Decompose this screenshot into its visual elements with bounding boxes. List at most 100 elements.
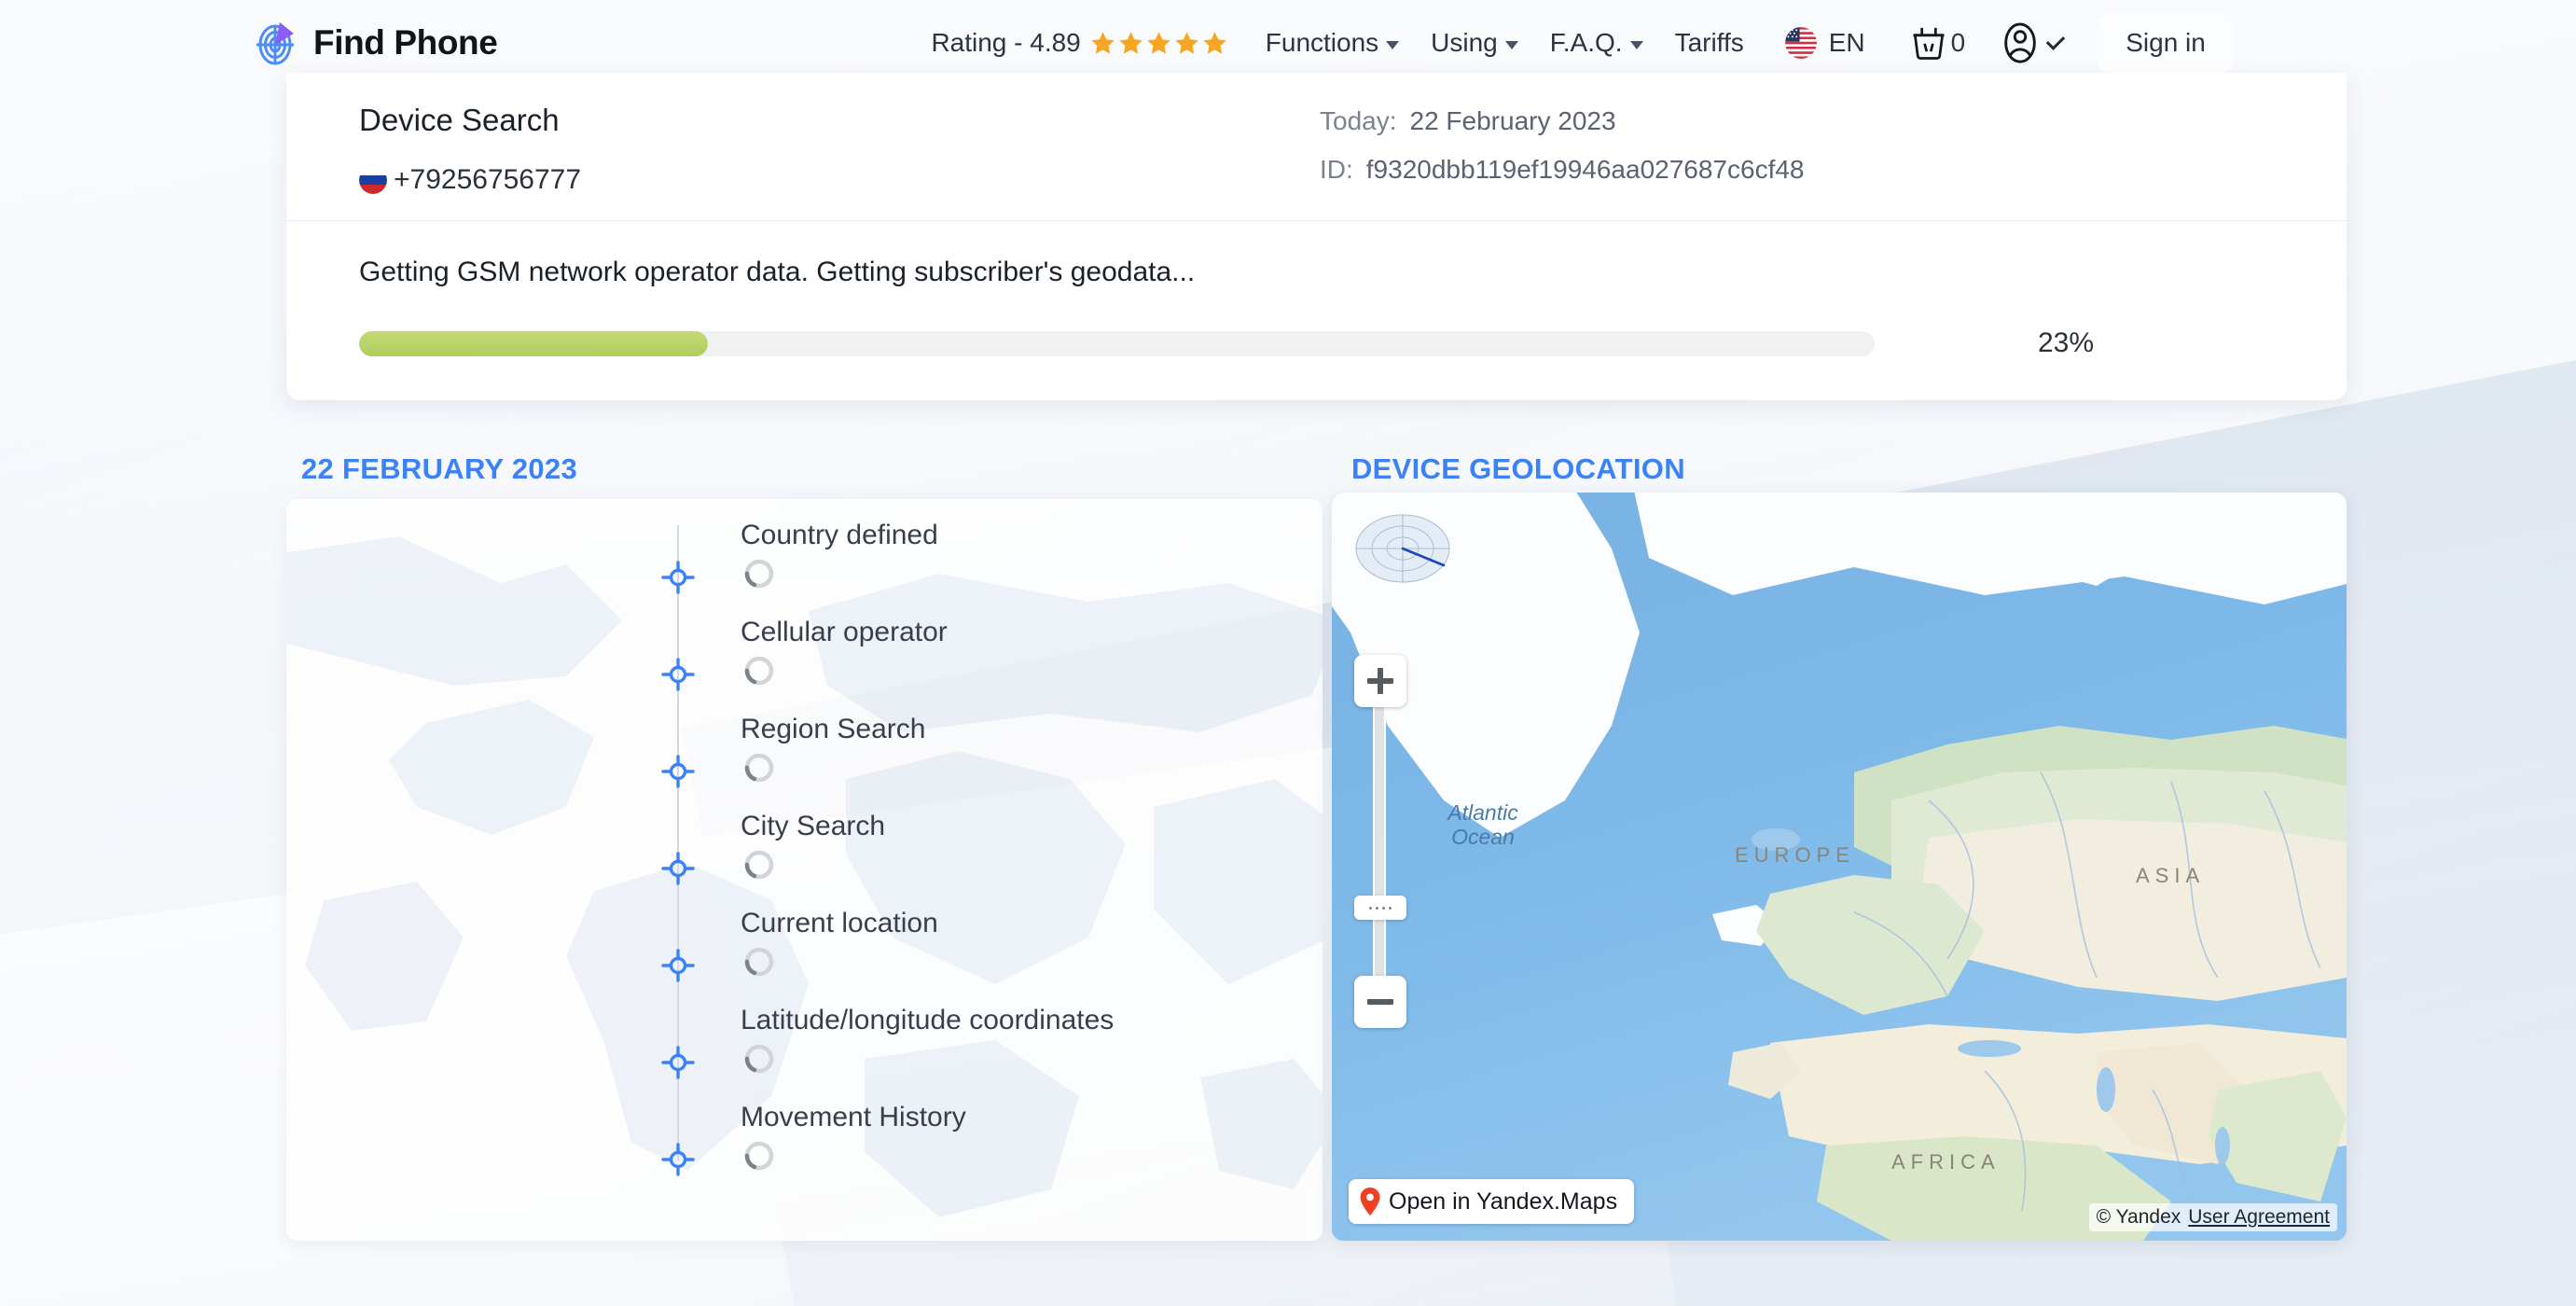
searched-phone-number: +79256756777: [394, 164, 582, 195]
nav-label: Tariffs: [1674, 28, 1744, 57]
timeline-item-label: Movement History: [741, 1102, 966, 1132]
timeline-item: Country defined: [286, 520, 1323, 617]
crosshair-icon: [661, 1143, 695, 1176]
timeline-list: Country defined Cellular operator Region…: [286, 499, 1323, 1241]
chevron-down-icon: [1504, 41, 1518, 49]
crosshair-icon: [661, 658, 695, 691]
minus-icon: [1367, 999, 1393, 1005]
nav-label: Using: [1431, 28, 1498, 57]
map-panel[interactable]: Atlantic Ocean EUROPE ASIA AFRICA Open i…: [1332, 493, 2347, 1241]
chevron-down-icon: [2045, 30, 2066, 50]
timeline-item-label: Country defined: [741, 520, 938, 550]
crosshair-icon: [661, 949, 695, 982]
progress-bar: [359, 330, 1875, 356]
timeline-item: Region Search: [286, 714, 1323, 811]
basket-button[interactable]: 0: [1908, 22, 1966, 63]
open-in-yandex-maps-button[interactable]: Open in Yandex.Maps: [1349, 1179, 1635, 1224]
us-flag-icon: [1784, 27, 1817, 59]
grip-dot-icon: [1389, 906, 1392, 910]
account-menu[interactable]: [1999, 21, 2066, 64]
device-search-progress-area: Getting GSM network operator data. Getti…: [286, 221, 2347, 400]
loading-spinner-icon: [744, 947, 774, 977]
timeline-item-label: Region Search: [741, 714, 926, 744]
today-value: 22 February 2023: [1409, 106, 1616, 135]
sign-in-button[interactable]: Sign in: [2098, 13, 2234, 73]
star-icon: [1119, 31, 1143, 54]
map-pin-icon: [1360, 1188, 1380, 1216]
loading-spinner-icon: [744, 850, 774, 880]
map-zoom-control[interactable]: [1354, 655, 1406, 1028]
status-text: Getting GSM network operator data. Getti…: [359, 257, 1196, 287]
loading-spinner-icon: [744, 559, 774, 589]
language-code: EN: [1828, 28, 1865, 57]
star-icon: [1175, 31, 1198, 54]
rating-block: Rating - 4.89: [931, 28, 1227, 58]
radar-target-icon: [256, 22, 294, 65]
loading-spinner-icon: [744, 753, 774, 783]
crosshair-icon: [661, 852, 695, 885]
timeline-item: Movement History: [286, 1102, 1323, 1199]
nav-item-tariffs[interactable]: Tariffs: [1675, 28, 1744, 58]
user-agreement-link[interactable]: User Agreement: [2188, 1206, 2330, 1229]
device-search-card: Device Search +79256756777 Today: 22 Feb…: [286, 73, 2347, 400]
map-zoom-slider-track[interactable]: [1373, 683, 1386, 1019]
chevron-down-icon: [1629, 41, 1643, 49]
chevron-down-icon: [1386, 41, 1400, 49]
map-section-heading: DEVICE GEOLOCATION: [1351, 452, 1685, 485]
main-nav: Functions Using F.A.Q. Tariffs: [1266, 28, 1744, 58]
open-in-yandex-maps-label: Open in Yandex.Maps: [1389, 1188, 1618, 1215]
user-avatar-icon: [2004, 22, 2036, 63]
progress-percent-label: 23%: [2038, 327, 2095, 358]
request-id-label: ID:: [1320, 155, 1353, 184]
timeline-section-heading: 22 FEBRUARY 2023: [301, 452, 577, 485]
timeline-item-label: Latitude/longitude coordinates: [741, 1005, 1115, 1035]
today-label: Today:: [1320, 106, 1397, 135]
basket-icon: [1913, 27, 1945, 60]
crosshair-icon: [661, 1046, 695, 1079]
star-icon: [1091, 31, 1115, 54]
crosshair-icon: [661, 561, 695, 594]
map-attribution: © Yandex User Agreement: [2088, 1203, 2337, 1231]
grip-dot-icon: [1382, 906, 1385, 910]
loading-spinner-icon: [744, 656, 774, 686]
ru-flag-icon: [359, 166, 387, 194]
timeline-item: City Search: [286, 811, 1323, 908]
device-search-meta: Today: 22 February 2023 ID: f9320dbb119e…: [1320, 99, 1805, 185]
basket-count: 0: [1950, 28, 1966, 57]
timeline-panel: Country defined Cellular operator Region…: [286, 499, 1323, 1241]
site-header: Find Phone Rating - 4.89 Functions Using…: [0, 0, 2576, 86]
grip-dot-icon: [1369, 906, 1372, 910]
today-row: Today: 22 February 2023: [1320, 106, 1805, 136]
request-id-value: f9320dbb119ef19946aa027687c6cf48: [1365, 155, 1805, 184]
timeline-item: Latitude/longitude coordinates: [286, 1005, 1323, 1102]
grip-dot-icon: [1376, 906, 1378, 910]
page-title: Device Search: [359, 103, 560, 137]
rating-label: Rating - 4.89: [931, 28, 1081, 57]
loading-spinner-icon: [744, 1044, 774, 1074]
zoom-in-button[interactable]: [1354, 655, 1406, 707]
device-search-header: Device Search +79256756777 Today: 22 Feb…: [286, 73, 2347, 221]
request-id-row: ID: f9320dbb119ef19946aa027687c6cf48: [1320, 155, 1805, 185]
map-zoom-slider-handle[interactable]: [1354, 896, 1406, 920]
nav-item-faq[interactable]: F.A.Q.: [1550, 28, 1643, 58]
plus-icon: [1378, 668, 1383, 694]
progress-row: 23%: [359, 327, 2274, 359]
timeline-item-label: Current location: [741, 908, 938, 938]
map-canvas: [1332, 493, 2347, 1241]
timeline-item: Cellular operator: [286, 617, 1323, 714]
timeline-item: Current location: [286, 908, 1323, 1005]
device-search-identity: Device Search +79256756777: [359, 99, 1320, 196]
crosshair-icon: [661, 755, 695, 788]
nav-label: Functions: [1265, 28, 1379, 57]
map-copyright-text: © Yandex: [2096, 1206, 2181, 1228]
timeline-item-label: Cellular operator: [741, 617, 948, 647]
loading-spinner-icon: [744, 1141, 774, 1171]
language-switcher[interactable]: EN: [1784, 27, 1865, 59]
logo[interactable]: Find Phone: [252, 19, 498, 67]
timeline-item-label: City Search: [741, 811, 886, 841]
zoom-out-button[interactable]: [1354, 976, 1406, 1028]
rating-stars: [1089, 30, 1228, 57]
nav-item-using[interactable]: Using: [1431, 28, 1518, 58]
nav-item-functions[interactable]: Functions: [1265, 28, 1400, 58]
nav-label: F.A.Q.: [1549, 28, 1623, 57]
